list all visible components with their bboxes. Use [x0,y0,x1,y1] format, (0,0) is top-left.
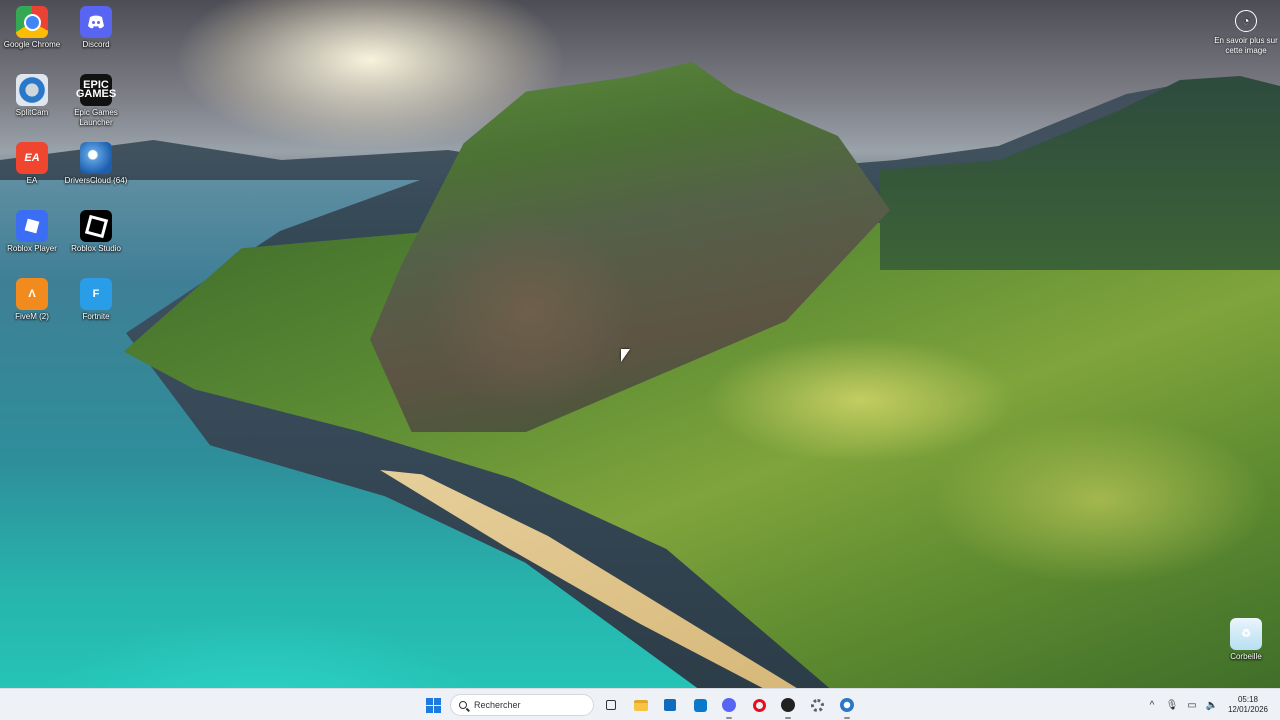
desktop-icon-recycle-bin[interactable]: ♻ Corbeille [1214,614,1278,662]
network-icon[interactable]: ▭ [1185,700,1199,711]
folder-icon [634,699,648,711]
desktop-wallpaper [0,0,1280,688]
roblox-studio-icon [80,210,112,242]
desktop-icon-label: FiveM (2) [15,312,49,321]
desktop-icon-label: Corbeille [1230,652,1262,661]
desktop-icon-label: Epic Games Launcher [74,108,118,127]
task-view-icon [606,700,616,710]
desktop-icon-label: Discord [82,40,110,49]
volume-icon[interactable]: 🔈 [1205,700,1219,711]
start-button[interactable] [421,693,445,717]
store-icon [664,699,676,711]
desktop-icon-label: EA [26,176,38,185]
task-view-button[interactable] [599,693,623,717]
desktop-icon-epic-games-launcher[interactable]: EPIC GAMES Epic Games Launcher [64,70,128,128]
driverscloud-icon [80,142,112,174]
fortnite-icon: F [80,278,112,310]
desktop-icon-roblox-studio[interactable]: Roblox Studio [64,206,128,254]
desktop-icon-splitcam[interactable]: SplitCam [0,70,64,118]
taskbar-settings[interactable] [805,693,829,717]
desktop-icon-ea[interactable]: EA EA [0,138,64,186]
desktop-icon-discord[interactable]: Discord [64,2,128,50]
spotlight-camera-icon: ◔ [1235,10,1257,32]
gear-icon [810,698,824,712]
chrome-icon [16,6,48,38]
splitcam-icon [840,698,854,712]
clock-date: 12/01/2026 [1227,705,1269,714]
epic-games-icon: EPIC GAMES [76,74,116,106]
taskbar-file-explorer[interactable] [629,693,653,717]
microphone-icon[interactable]: 🎙 [1165,700,1179,711]
taskbar-clock[interactable]: 05:18 12/01/2026 [1222,695,1274,715]
opera-icon [752,698,766,712]
spotlight-label: En savoir plus sur cette image [1214,36,1278,55]
app-icon [693,698,707,712]
recycle-bin-icon: ♻ [1230,618,1262,650]
taskbar-splitcam[interactable] [835,693,859,719]
discord-icon [80,6,112,38]
desktop-icon-label: Roblox Studio [71,244,121,253]
clock-time: 05:18 [1237,695,1259,704]
search-icon [459,701,467,709]
system-tray: ^ 🎙 ▭ 🔈 [1142,689,1222,720]
desktop-icon-label: Roblox Player [7,244,57,253]
chevron-up-icon[interactable]: ^ [1145,700,1159,711]
fivem-icon: Λ [16,278,48,310]
desktop-icon-google-chrome[interactable]: Google Chrome [0,2,64,50]
desktop-icon-label: SplitCam [15,108,49,117]
app-icon [781,698,795,712]
taskbar-search[interactable]: Rechercher [450,694,594,716]
desktop-icon-driverscloud[interactable]: DriversCloud (64) [64,138,128,186]
desktop-icon-label: Fortnite [82,312,110,321]
splitcam-icon [16,74,48,106]
desktop-icon-label: DriversCloud (64) [64,176,128,185]
taskbar-app[interactable] [688,693,712,717]
taskbar-opera[interactable] [747,693,771,717]
spotlight-learn-more[interactable]: ◔ En savoir plus sur cette image [1212,8,1280,56]
desktop-icon-fortnite[interactable]: F Fortnite [64,274,128,322]
search-placeholder: Rechercher [474,700,521,710]
discord-icon [722,698,736,712]
taskbar-app[interactable] [776,693,800,719]
desktop-icon-fivem[interactable]: Λ FiveM (2) [0,274,64,322]
taskbar-microsoft-store[interactable] [658,693,682,717]
windows-logo-icon [425,697,441,713]
ea-icon: EA [16,142,48,174]
roblox-icon [16,210,48,242]
desktop-icon-roblox-player[interactable]: Roblox Player [0,206,64,254]
taskbar-discord[interactable] [717,693,741,719]
taskbar: Rechercher ^ 🎙 ▭ 🔈 05:18 12/01/2026 [0,688,1280,720]
desktop-icon-label: Google Chrome [3,40,61,49]
